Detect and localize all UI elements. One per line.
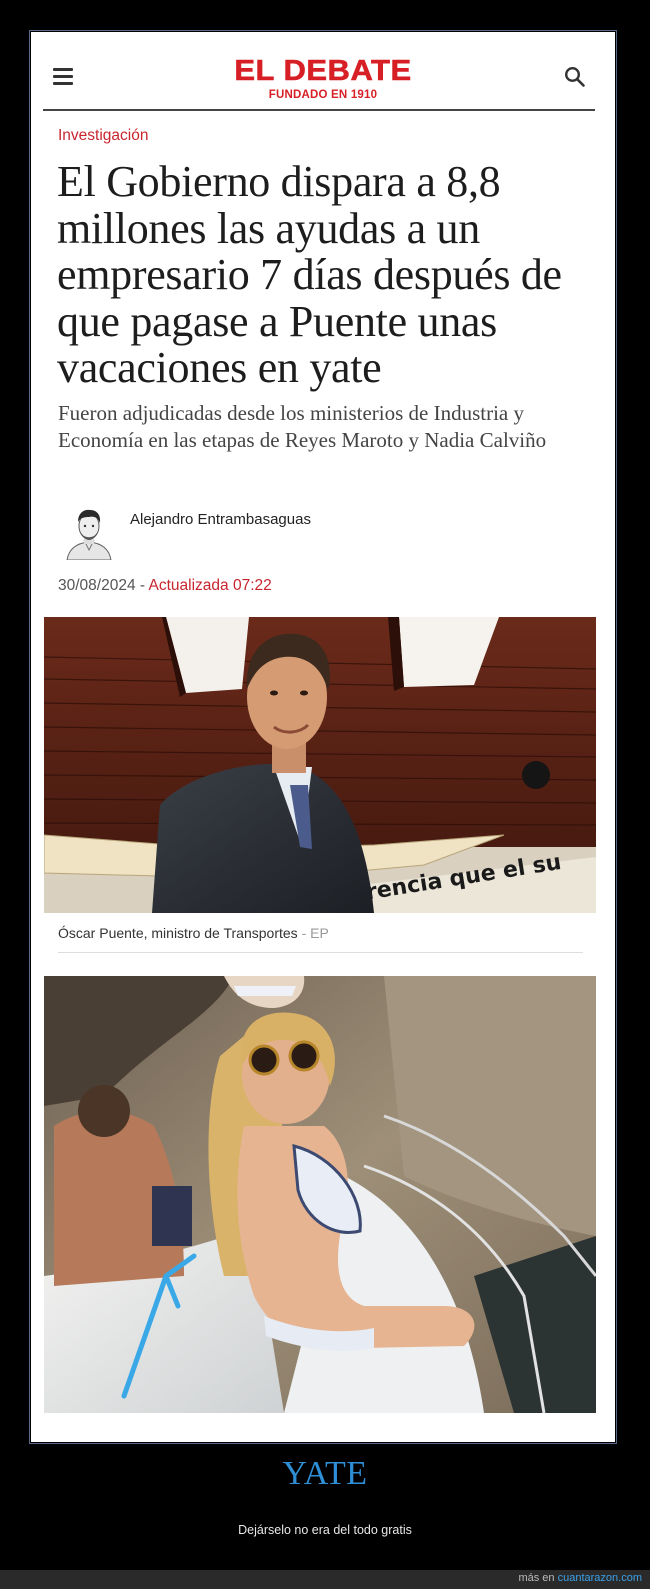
meme-subtitle: Dejárselo no era del todo gratis — [238, 1523, 412, 1537]
date-separator: - — [139, 577, 146, 594]
site-logo[interactable]: EL DEBATE FUNDADO EN 1910 — [31, 54, 615, 102]
meme-title: YATE — [282, 1455, 368, 1492]
header-divider — [43, 109, 595, 111]
watermark-prefix: más en — [518, 1572, 555, 1584]
caption-text: Óscar Puente, ministro de Transportes — [58, 925, 298, 941]
publish-date: 30/08/2024 — [58, 577, 136, 594]
section-label[interactable]: Investigación — [58, 127, 148, 145]
article-subheadline: Fueron adjudicadas desde los ministerios… — [58, 401, 547, 452]
footer-bar: más en cuantarazon.com — [0, 1570, 650, 1589]
watermark-link[interactable]: cuantarazon.com — [558, 1572, 642, 1584]
site-header: EL DEBATE FUNDADO EN 1910 — [31, 32, 615, 111]
caption-divider — [58, 952, 583, 953]
photo-caption: Óscar Puente, ministro de Transportes - … — [58, 925, 329, 941]
article-photo-yacht[interactable] — [44, 976, 596, 1413]
author-name[interactable]: Alejandro Entrambasaguas — [130, 511, 311, 528]
search-icon[interactable] — [563, 65, 587, 89]
updated-time: Actualizada 07:22 — [148, 577, 272, 594]
photo-credit: - EP — [301, 925, 329, 941]
logo-tagline: FUNDADO EN 1910 — [268, 89, 378, 101]
author-avatar[interactable] — [63, 504, 115, 561]
logo-wordmark: EL DEBATE — [234, 54, 412, 87]
article-photo-minister[interactable]: diferencia que el su — [44, 617, 596, 913]
site-watermark: más en cuantarazon.com — [518, 1572, 642, 1584]
article-screenshot: EL DEBATE FUNDADO EN 1910 Investigación … — [29, 30, 617, 1444]
dateline: 30/08/2024 - Actualizada 07:22 — [58, 577, 272, 595]
article-headline: El Gobierno dispara a 8,8 millones las a… — [57, 157, 562, 392]
